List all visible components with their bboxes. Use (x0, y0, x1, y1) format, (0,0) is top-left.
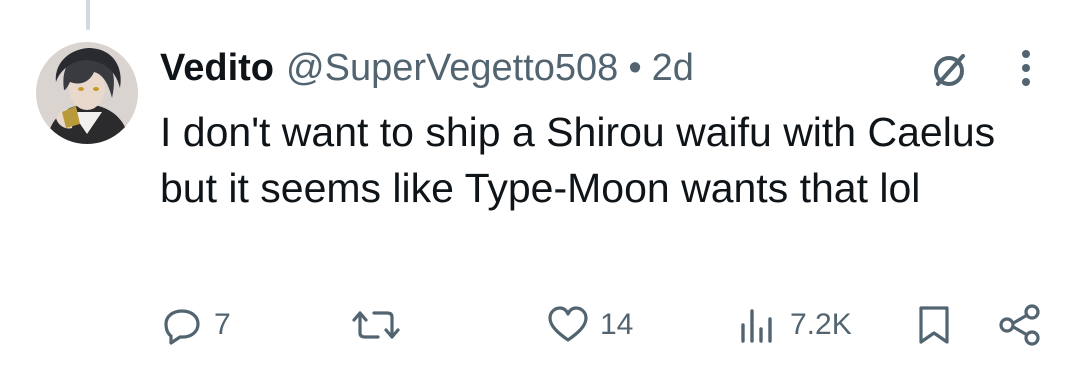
timestamp[interactable]: 2d (652, 44, 694, 92)
tweet-header: Vedito @SuperVegetto508 • 2d (160, 44, 694, 92)
like-button[interactable]: 14 (546, 300, 633, 350)
views-icon (741, 309, 772, 343)
avatar[interactable] (36, 42, 138, 144)
tweet-text: I don't want to ship a Shirou waifu with… (160, 109, 996, 211)
bookmark-icon (919, 306, 949, 344)
user-handle[interactable]: @SuperVegetto508 (286, 44, 618, 92)
reply-count: 7 (214, 308, 231, 341)
grok-icon[interactable] (930, 50, 970, 90)
separator-dot: • (628, 47, 642, 89)
display-name[interactable]: Vedito (160, 44, 274, 92)
like-icon (548, 306, 588, 342)
repost-icon (352, 311, 400, 339)
share-button[interactable] (998, 300, 1042, 350)
avatar-image (36, 42, 138, 144)
share-icon (999, 304, 1040, 346)
action-bar: 7 14 7.2K (0, 300, 1080, 350)
more-icon[interactable] (1006, 46, 1046, 90)
bookmark-button[interactable] (914, 300, 954, 350)
repost-button[interactable] (352, 300, 410, 350)
thread-connector-line (86, 0, 90, 30)
views-button[interactable]: 7.2K (736, 300, 852, 350)
reply-button[interactable]: 7 (160, 300, 231, 350)
like-count: 14 (600, 308, 634, 341)
reply-icon (164, 309, 200, 345)
views-count: 7.2K (790, 308, 852, 341)
